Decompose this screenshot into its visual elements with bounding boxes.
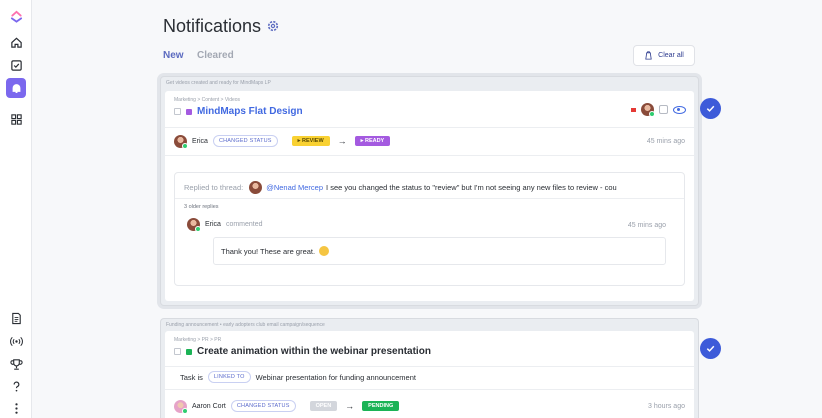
notification-group: Get videos created and ready for MindMap…: [160, 76, 699, 306]
activity-action-badge: CHANGED STATUS: [212, 135, 278, 147]
gear-icon[interactable]: [266, 19, 280, 33]
from-status-tag: ▸ REVIEW: [291, 136, 330, 146]
reply-user: Erica: [205, 221, 221, 228]
clear-icon: [645, 51, 652, 60]
reply-timestamp: 45 mins ago: [627, 222, 666, 229]
divider: [165, 366, 694, 367]
reply-header: Erica commented: [187, 218, 263, 232]
bell-icon[interactable]: [6, 78, 26, 98]
avatar: [187, 218, 201, 232]
mark-read-check-button[interactable]: [700, 338, 721, 359]
notification-group: Funding announcement • early adopters cl…: [160, 318, 699, 418]
main-content: Notifications New Cleared Clear all Get …: [32, 0, 822, 418]
dashboards-icon[interactable]: [6, 109, 26, 129]
avatar: [174, 134, 188, 149]
activity-row: Aaron Cort CHANGED STATUS OPEN → PENDING…: [174, 399, 685, 414]
subtask-icon: [174, 108, 181, 115]
status-square-icon: [186, 348, 192, 355]
clear-all-button[interactable]: Clear all: [633, 45, 695, 66]
home-icon[interactable]: [6, 32, 26, 52]
reply: Erica commented 45 mins ago Thank you! T…: [184, 212, 675, 283]
task-title-row: MindMaps Flat Design: [174, 106, 303, 117]
older-replies-link[interactable]: 3 older replies: [184, 204, 219, 210]
thread-line[interactable]: Replied to thread: @Nenad Mercep I see y…: [184, 181, 674, 194]
from-status-label: REVIEW: [301, 138, 324, 144]
to-status-tag: ▸ READY: [354, 136, 391, 146]
reply-verb: commented: [225, 221, 263, 228]
mark-read-check-button[interactable]: [700, 98, 721, 119]
reply-message-text: Thank you! These are great.: [221, 246, 316, 256]
activity-action-badge: CHANGED STATUS: [230, 400, 296, 412]
parent-task-crumb[interactable]: Funding announcement • early adopters cl…: [166, 322, 325, 328]
divider: [175, 198, 684, 199]
linked-prefix: Task is: [180, 372, 203, 382]
task-title[interactable]: MindMaps Flat Design: [197, 106, 303, 117]
broadcast-icon[interactable]: [6, 331, 26, 351]
timestamp: 45 mins ago: [646, 137, 685, 145]
clear-all-label: Clear all: [658, 52, 684, 59]
check-icon: [706, 345, 715, 352]
task-breadcrumb[interactable]: Marketing > Content > Videos: [174, 97, 240, 103]
mention-link[interactable]: @Nenad Mercep: [266, 183, 323, 192]
linked-badge: LINKED TO: [207, 371, 251, 383]
task-title[interactable]: Create animation within the webinar pres…: [197, 346, 431, 357]
arrow-icon: →: [345, 401, 355, 411]
priority-flag-icon[interactable]: [631, 107, 636, 112]
tab-new[interactable]: New: [163, 50, 184, 61]
tab-cleared[interactable]: Cleared: [197, 50, 234, 61]
watch-eye-icon[interactable]: [673, 105, 686, 114]
from-status-tag: OPEN: [309, 401, 338, 411]
timestamp: 3 hours ago: [648, 402, 685, 410]
arrow-icon: →: [337, 136, 347, 146]
activity-user: Aaron Cort: [192, 402, 226, 410]
mention-avatar: [249, 181, 263, 194]
parent-task-crumb[interactable]: Get videos created and ready for MindMap…: [166, 80, 271, 86]
clickup-logo-icon[interactable]: [6, 6, 26, 26]
smile-emoji-icon: [319, 246, 330, 256]
page-title: Notifications: [163, 16, 262, 36]
activity-row: Erica CHANGED STATUS ▸ REVIEW → ▸ READY …: [174, 134, 685, 149]
notification-card: Marketing > Content > Videos MindMaps Fl…: [165, 91, 694, 301]
divider: [165, 155, 694, 156]
status-square-icon: [186, 108, 192, 115]
thread-text: I see you changed the status to "review"…: [326, 183, 617, 192]
replied-label: Replied to thread:: [184, 183, 244, 192]
notification-card: Marketing > PR > PR Create animation wit…: [165, 331, 694, 418]
activity-user: Erica: [192, 137, 208, 145]
check-icon: [706, 105, 715, 112]
sidebar: [0, 0, 32, 418]
task-breadcrumb[interactable]: Marketing > PR > PR: [174, 337, 221, 343]
more-icon[interactable]: [6, 398, 26, 418]
linked-target[interactable]: Webinar presentation for funding announc…: [256, 373, 416, 382]
reply-message: Thank you! These are great.: [213, 237, 666, 265]
to-status-tag: PENDING: [362, 401, 400, 411]
to-status-label: READY: [364, 138, 385, 144]
help-icon[interactable]: [6, 376, 26, 396]
task-title-row: Create animation within the webinar pres…: [174, 346, 431, 357]
assignee-avatar[interactable]: [641, 103, 655, 117]
divider: [165, 127, 694, 128]
trophy-icon[interactable]: [6, 354, 26, 374]
document-icon[interactable]: [6, 308, 26, 328]
open-task-icon[interactable]: [659, 105, 668, 114]
linked-row: Task is LINKED TO Webinar presentation f…: [180, 371, 416, 383]
divider: [165, 389, 694, 390]
task-actions: [631, 103, 686, 117]
checklist-icon[interactable]: [6, 55, 26, 75]
thread-box: Replied to thread: @Nenad Mercep I see y…: [174, 172, 685, 286]
avatar: [174, 399, 188, 414]
subtask-icon: [174, 348, 181, 355]
